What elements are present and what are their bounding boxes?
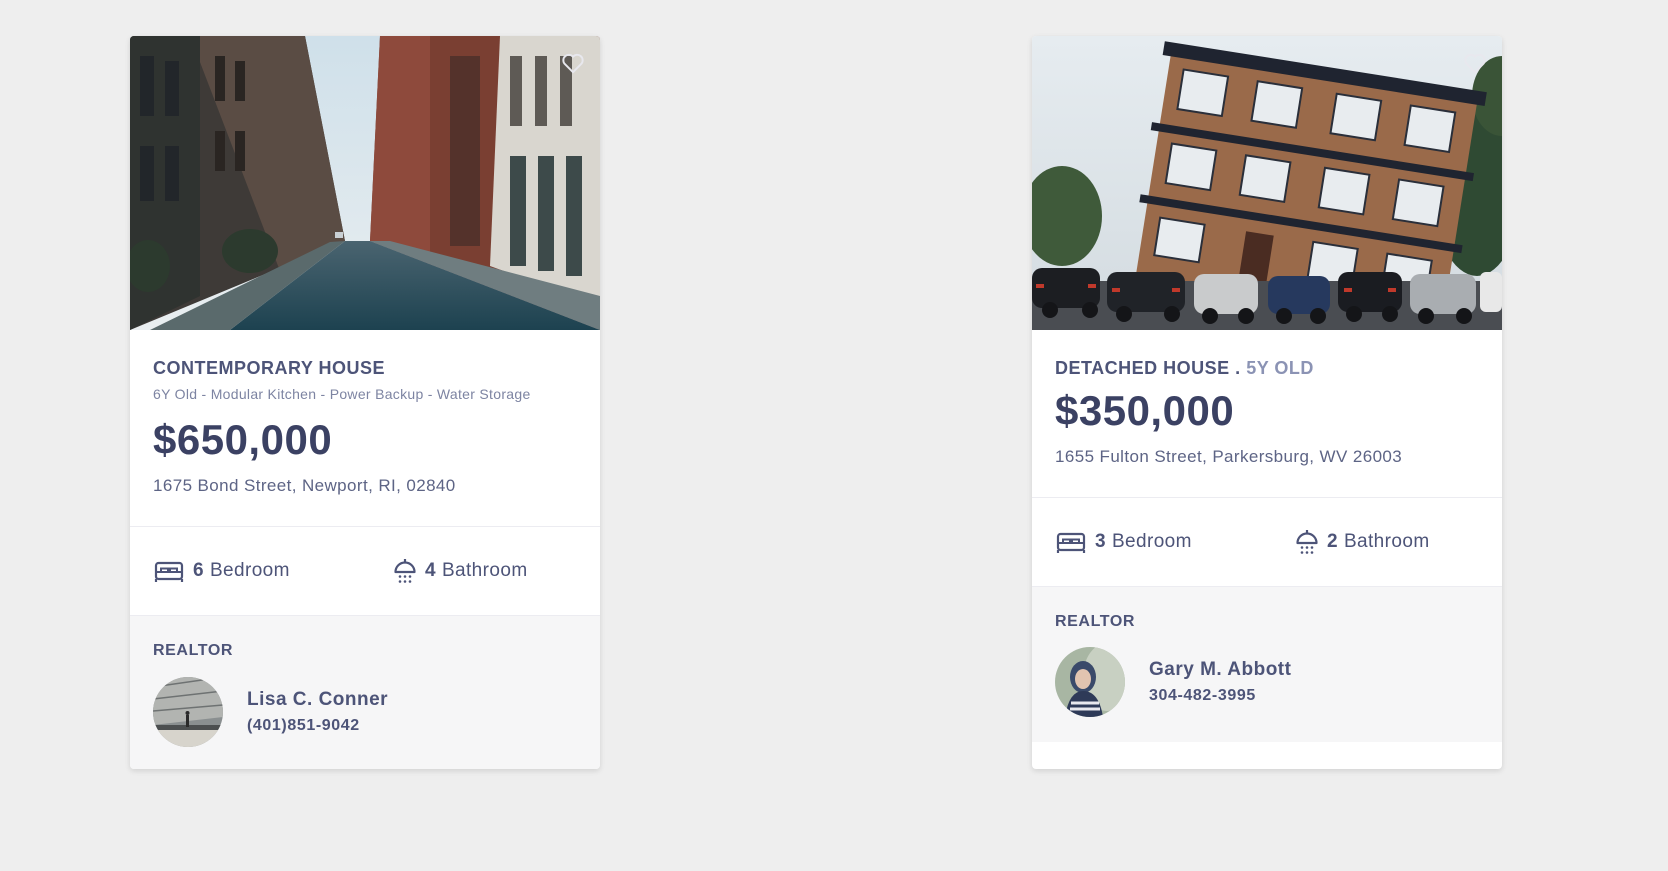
realtor-agent[interactable]: Lisa C. Conner (401)851-9042 xyxy=(153,677,577,747)
bed-icon xyxy=(153,559,185,583)
listing-info: DETACHED HOUSE . 5Y OLD $350,000 1655 Fu… xyxy=(1032,330,1502,497)
city-street-photo xyxy=(130,36,600,330)
property-features: 6Y Old - Modular Kitchen - Power Backup … xyxy=(153,386,531,402)
bathroom-count: 4 xyxy=(425,560,436,581)
realtor-details: Lisa C. Conner (401)851-9042 xyxy=(247,689,388,735)
realtor-details: Gary M. Abbott 304-482-3995 xyxy=(1149,659,1291,705)
realtor-phone[interactable]: 304-482-3995 xyxy=(1149,687,1291,705)
heart-outline-icon[interactable] xyxy=(1462,50,1488,76)
realtor-phone[interactable]: (401)851-9042 xyxy=(247,717,388,735)
listing-info: CONTEMPORARY HOUSE 6Y Old - Modular Kitc… xyxy=(130,330,600,526)
realtor-agent[interactable]: Gary M. Abbott 304-482-3995 xyxy=(1055,647,1479,717)
heart-outline-icon[interactable] xyxy=(560,50,586,76)
bedroom-count: 3 xyxy=(1095,531,1106,552)
bathroom-stat: 2 Bathroom xyxy=(1295,528,1430,556)
property-stats: 6 Bedroom 4 Bathroom xyxy=(130,527,600,615)
realtor-avatar[interactable] xyxy=(1055,647,1125,717)
property-address: 1675 Bond Street, Newport, RI, 02840 xyxy=(153,476,456,495)
property-type-label: CONTEMPORARY HOUSE xyxy=(153,358,386,378)
property-type-label: DETACHED HOUSE . xyxy=(1055,358,1247,378)
property-type: CONTEMPORARY HOUSE xyxy=(153,358,577,379)
bedroom-stat: 3 Bedroom xyxy=(1055,530,1295,554)
bathroom-label: Bathroom xyxy=(441,560,528,581)
leaning-building-photo xyxy=(1032,36,1502,330)
listing-photo[interactable] xyxy=(130,36,600,330)
shower-icon xyxy=(1295,528,1319,556)
bathroom-label: Bathroom xyxy=(1343,531,1430,552)
realtor-section: REALTOR Gary M. Abbott 304-482-3995 xyxy=(1032,587,1502,742)
realtor-title: REALTOR xyxy=(153,642,234,659)
bedroom-stat: 6 Bedroom xyxy=(153,559,393,583)
bathroom-stat: 4 Bathroom xyxy=(393,557,528,585)
bedroom-label: Bedroom xyxy=(1111,531,1192,552)
realtor-avatar[interactable] xyxy=(153,677,223,747)
listing-card[interactable]: DETACHED HOUSE . 5Y OLD $350,000 1655 Fu… xyxy=(1032,36,1502,769)
listing-card[interactable]: CONTEMPORARY HOUSE 6Y Old - Modular Kitc… xyxy=(130,36,600,769)
property-age: 5Y OLD xyxy=(1246,358,1314,378)
realtor-name[interactable]: Lisa C. Conner xyxy=(247,689,388,711)
shower-icon xyxy=(393,557,417,585)
property-price: $650,000 xyxy=(153,416,333,463)
bedroom-count: 6 xyxy=(193,560,204,581)
bed-icon xyxy=(1055,530,1087,554)
listing-photo[interactable] xyxy=(1032,36,1502,330)
realtor-title: REALTOR xyxy=(1055,613,1136,630)
property-address: 1655 Fulton Street, Parkersburg, WV 2600… xyxy=(1055,447,1403,466)
realtor-name[interactable]: Gary M. Abbott xyxy=(1149,659,1291,681)
realtor-section: REALTOR Lisa C. Conner (401)851-9042 xyxy=(130,616,600,769)
bedroom-label: Bedroom xyxy=(209,560,290,581)
property-price: $350,000 xyxy=(1055,387,1235,434)
property-stats: 3 Bedroom 2 Bathroom xyxy=(1032,498,1502,586)
property-type: DETACHED HOUSE . 5Y OLD xyxy=(1055,358,1479,379)
bathroom-count: 2 xyxy=(1327,531,1338,552)
